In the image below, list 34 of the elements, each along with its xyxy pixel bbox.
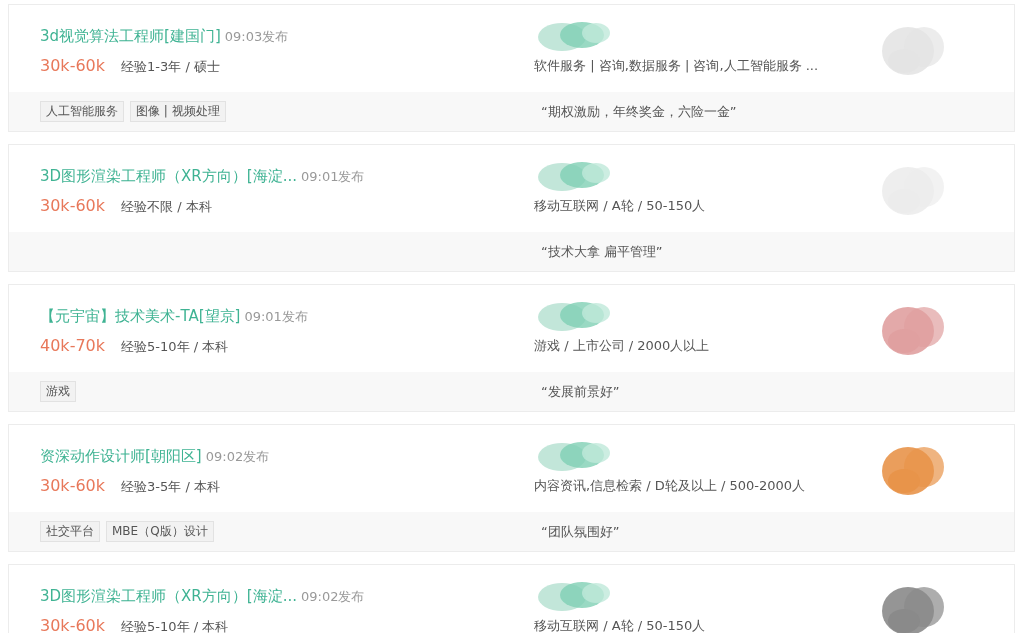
company-info: 移动互联网 / A轮 / 50-150人: [534, 617, 707, 633]
post-time: 09:03发布: [224, 28, 289, 46]
job-card[interactable]: 3D图形渲染工程师（XR方向）[海淀... 09:01发布 30k-60k 经验不限 / 本科 移动互联网 / A轮 / 50-150人 “技术大拿 扁平管理”: [8, 144, 1015, 272]
company-info: 游戏 / 上市公司 / 2000人以上: [534, 337, 711, 355]
salary: 30k-60k: [40, 476, 106, 495]
benefits-quote: “团队氛围好”: [540, 522, 620, 541]
benefits-quote: “期权激励，年终奖金，六险一金”: [540, 102, 737, 121]
job-requirements: 经验5-10年 / 本科: [121, 618, 229, 633]
job-tag: 游戏: [40, 381, 76, 402]
post-time: 09:01发布: [244, 308, 308, 326]
salary: 30k-60k: [40, 56, 106, 75]
job-tag: 社交平台: [40, 521, 100, 542]
post-time: 09:02发布: [300, 588, 365, 606]
benefits-quote: “技术大拿 扁平管理”: [540, 242, 663, 261]
job-card[interactable]: 3D图形渲染工程师（XR方向）[海淀... 09:02发布 30k-60k 经验5-10年 / 本科 移动互联网 / A轮 / 50-150人: [8, 564, 1015, 633]
company-info: 内容资讯,信息检索 / D轮及以上 / 500-2000人: [534, 477, 807, 495]
job-requirements: 经验1-3年 / 硕士: [121, 58, 220, 76]
job-card[interactable]: 资深动作设计师[朝阳区] 09:02发布 30k-60k 经验3-5年 / 本科 内容资讯,信息检索 / D轮及以上 / 500-2000人 社交平台 MBE（Q版）设计 “团队氛围好”: [8, 424, 1015, 552]
salary: 40k-70k: [40, 336, 106, 355]
salary: 30k-60k: [40, 196, 106, 215]
post-time: 09:01发布: [300, 168, 365, 186]
job-requirements: 经验不限 / 本科: [121, 198, 212, 216]
job-requirements: 经验5-10年 / 本科: [121, 338, 229, 356]
job-tag: MBE（Q版）设计: [106, 521, 214, 542]
job-tag: 人工智能服务: [40, 101, 124, 122]
job-requirements: 经验3-5年 / 本科: [121, 478, 220, 496]
benefits-quote: “发展前景好”: [540, 382, 620, 401]
company-info: 软件服务 | 咨询,数据服务 | 咨询,人工智能服务 ...: [534, 57, 820, 75]
company-info: 移动互联网 / A轮 / 50-150人: [534, 197, 707, 215]
job-card[interactable]: 【元宇宙】技术美术-TA[望京] 09:01发布 40k-70k 经验5-10年 / 本科 游戏 / 上市公司 / 2000人以上 游戏 “发展前景好”: [8, 284, 1015, 412]
job-card[interactable]: 3d视觉算法工程师[建国门] 09:03发布 30k-60k 经验1-3年 / 硕士 软件服务 | 咨询,数据服务 | 咨询,人工智能服务 ... 人工智能服务 图像 | 视频处理 “期权激励，年终奖金，六险一金”: [8, 4, 1015, 132]
job-tag: 图像 | 视频处理: [130, 101, 226, 122]
salary: 30k-60k: [40, 616, 106, 633]
post-time: 09:02发布: [205, 448, 270, 466]
